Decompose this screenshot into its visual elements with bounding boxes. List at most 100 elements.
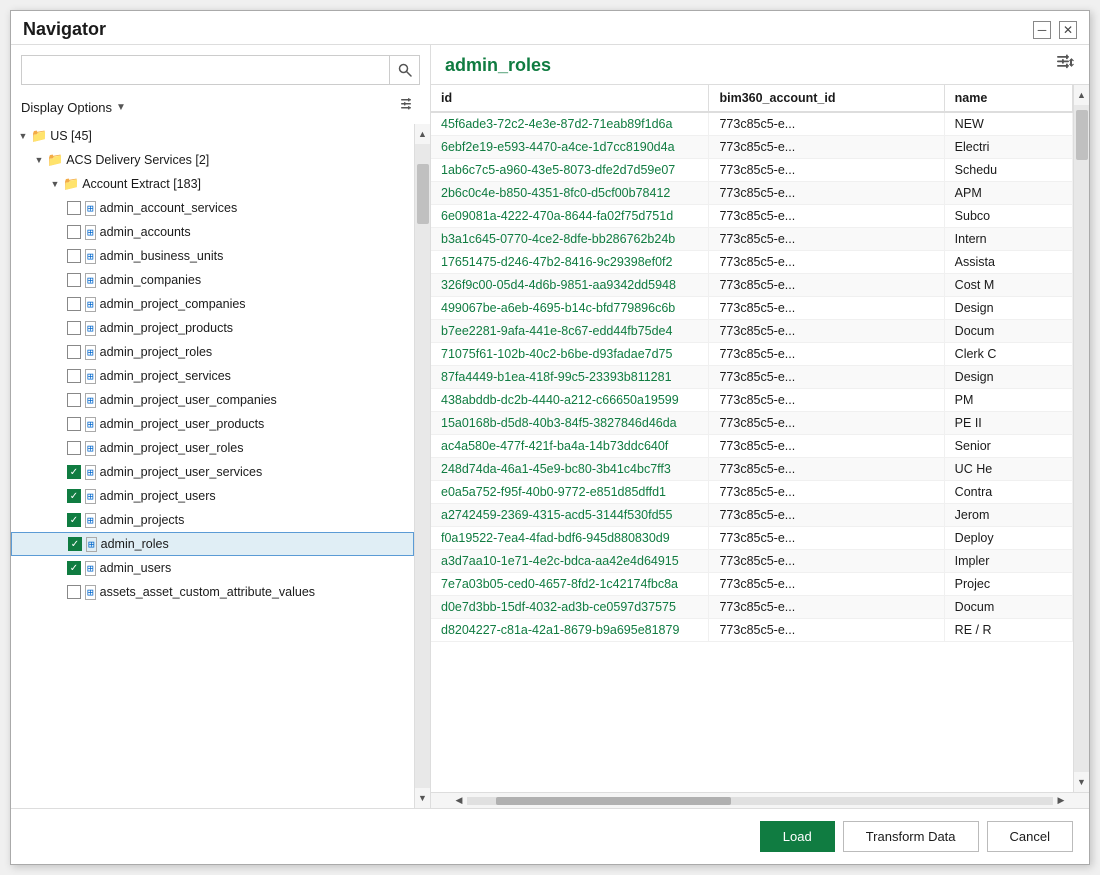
tree-node-acs[interactable]: ▼ 📁 ACS Delivery Services [2]: [11, 148, 414, 172]
table-row[interactable]: 1ab6c7c5-a960-43e5-8073-dfe2d7d59e07773c…: [431, 159, 1073, 182]
tree-item-admin-business-units[interactable]: ⊞admin_business_units: [11, 244, 414, 268]
tree-item-admin-project-user-products[interactable]: ⊞admin_project_user_products: [11, 412, 414, 436]
checkbox-admin_project_users[interactable]: ✓: [67, 489, 81, 503]
hscroll-left-arrow[interactable]: ◀: [451, 795, 467, 806]
table-icon: ⊞: [85, 369, 96, 384]
display-options-bar: Display Options ▼: [11, 91, 430, 124]
tree-item-admin-project-user-roles[interactable]: ⊞admin_project_user_roles: [11, 436, 414, 460]
table-row[interactable]: ac4a580e-477f-421f-ba4a-14b73ddc640f773c…: [431, 435, 1073, 458]
cell-bim360: 773c85c5-e...: [709, 458, 944, 481]
tree-node-us[interactable]: ▼ 📁 US [45]: [11, 124, 414, 148]
checkbox-admin_accounts[interactable]: [67, 225, 81, 239]
checkbox-admin_project_products[interactable]: [67, 321, 81, 335]
table-row[interactable]: 2b6c0c4e-b850-4351-8fc0-d5cf00b78412773c…: [431, 182, 1073, 205]
cell-bim360: 773c85c5-e...: [709, 297, 944, 320]
search-input[interactable]: [22, 58, 389, 83]
tree-item-admin-project-companies[interactable]: ⊞admin_project_companies: [11, 292, 414, 316]
table-row[interactable]: b3a1c645-0770-4ce2-8dfe-bb286762b24b773c…: [431, 228, 1073, 251]
load-button[interactable]: Load: [760, 821, 835, 852]
cell-id: a2742459-2369-4315-acd5-3144f530fd55: [431, 504, 709, 527]
cell-id: 17651475-d246-47b2-8416-9c29398ef0f2: [431, 251, 709, 274]
table-row[interactable]: a3d7aa10-1e71-4e2c-bdca-aa42e4d64915773c…: [431, 550, 1073, 573]
minimize-button[interactable]: ─: [1033, 21, 1051, 39]
checkbox-admin_project_companies[interactable]: [67, 297, 81, 311]
col-header-id: id: [431, 85, 709, 112]
tree-item-admin-users[interactable]: ✓⊞admin_users: [11, 556, 414, 580]
cell-bim360: 773c85c5-e...: [709, 573, 944, 596]
scroll-up-arrow[interactable]: ▲: [415, 124, 431, 144]
cell-name: Cost M: [944, 274, 1072, 297]
table-scroll-up[interactable]: ▲: [1074, 85, 1090, 105]
cell-id: 499067be-a6eb-4695-b14c-bfd779896c6b: [431, 297, 709, 320]
tree-node-account-extract[interactable]: ▼ 📁 Account Extract [183]: [11, 172, 414, 196]
scroll-down-arrow[interactable]: ▼: [415, 788, 431, 808]
tree-item-admin-project-users[interactable]: ✓⊞admin_project_users: [11, 484, 414, 508]
table-row[interactable]: 438abddb-dc2b-4440-a212-c66650a19599773c…: [431, 389, 1073, 412]
table-row[interactable]: e0a5a752-f95f-40b0-9772-e851d85dffd1773c…: [431, 481, 1073, 504]
cell-name: Jerom: [944, 504, 1072, 527]
close-button[interactable]: ✕: [1059, 21, 1077, 39]
tree-item-admin-account-services[interactable]: ⊞admin_account_services: [11, 196, 414, 220]
table-row[interactable]: 6e09081a-4222-470a-8644-fa02f75d751d773c…: [431, 205, 1073, 228]
hscroll-right-arrow[interactable]: ▶: [1053, 795, 1069, 806]
tree-item-admin-project-products[interactable]: ⊞admin_project_products: [11, 316, 414, 340]
cell-id: 6ebf2e19-e593-4470-a4ce-1d7cc8190d4a: [431, 136, 709, 159]
display-options-button[interactable]: Display Options ▼: [21, 100, 126, 115]
checkbox-admin_projects[interactable]: ✓: [67, 513, 81, 527]
cancel-button[interactable]: Cancel: [987, 821, 1073, 852]
table-row[interactable]: 71075f61-102b-40c2-b6be-d93fadae7d75773c…: [431, 343, 1073, 366]
checkbox-admin_companies[interactable]: [67, 273, 81, 287]
tree-item-admin-projects[interactable]: ✓⊞admin_projects: [11, 508, 414, 532]
tree-item-label: admin_projects: [100, 513, 185, 527]
checkbox-admin_project_user_roles[interactable]: [67, 441, 81, 455]
table-body: 45f6ade3-72c2-4e3e-87d2-71eab89f1d6a773c…: [431, 112, 1073, 642]
tree-item-admin-companies[interactable]: ⊞admin_companies: [11, 268, 414, 292]
checkbox-admin_project_user_products[interactable]: [67, 417, 81, 431]
tree-item-admin-project-services[interactable]: ⊞admin_project_services: [11, 364, 414, 388]
checkbox-assets_asset_custom_attribute_values[interactable]: [67, 585, 81, 599]
checkbox-admin_business_units[interactable]: [67, 249, 81, 263]
checkbox-admin_users[interactable]: ✓: [67, 561, 81, 575]
table-row[interactable]: 6ebf2e19-e593-4470-a4ce-1d7cc8190d4a773c…: [431, 136, 1073, 159]
search-button[interactable]: [389, 56, 419, 84]
table-row[interactable]: f0a19522-7ea4-4fad-bdf6-945d880830d9773c…: [431, 527, 1073, 550]
tree-item-admin-project-user-services[interactable]: ✓⊞admin_project_user_services: [11, 460, 414, 484]
table-row[interactable]: d0e7d3bb-15df-4032-ad3b-ce0597d37575773c…: [431, 596, 1073, 619]
cell-name: PM: [944, 389, 1072, 412]
tree-item-admin-project-user-companies[interactable]: ⊞admin_project_user_companies: [11, 388, 414, 412]
transform-data-button[interactable]: Transform Data: [843, 821, 979, 852]
table-icon: ⊞: [85, 489, 96, 504]
table-row[interactable]: 248d74da-46a1-45e9-bc80-3b41c4bc7ff3773c…: [431, 458, 1073, 481]
table-row[interactable]: 87fa4449-b1ea-418f-99c5-23393b811281773c…: [431, 366, 1073, 389]
table-row[interactable]: 15a0168b-d5d8-40b3-84f5-3827846d46da773c…: [431, 412, 1073, 435]
checkbox-admin_roles[interactable]: ✓: [68, 537, 82, 551]
tree-item-admin-project-roles[interactable]: ⊞admin_project_roles: [11, 340, 414, 364]
checkbox-admin_project_user_services[interactable]: ✓: [67, 465, 81, 479]
checkbox-admin_account_services[interactable]: [67, 201, 81, 215]
tree-item-admin-accounts[interactable]: ⊞admin_accounts: [11, 220, 414, 244]
table-row[interactable]: 326f9c00-05d4-4d6b-9851-aa9342dd5948773c…: [431, 274, 1073, 297]
cell-id: d0e7d3bb-15df-4032-ad3b-ce0597d37575: [431, 596, 709, 619]
tree-item-admin-roles[interactable]: ✓⊞admin_roles: [11, 532, 414, 556]
table-row[interactable]: b7ee2281-9afa-441e-8c67-edd44fb75de4773c…: [431, 320, 1073, 343]
table-row[interactable]: 17651475-d246-47b2-8416-9c29398ef0f2773c…: [431, 251, 1073, 274]
preview-header: admin_roles: [431, 45, 1089, 84]
cell-id: a3d7aa10-1e71-4e2c-bdca-aa42e4d64915: [431, 550, 709, 573]
table-row[interactable]: 7e7a03b05-ced0-4657-8fd2-1c42174fbc8a773…: [431, 573, 1073, 596]
checkbox-admin_project_user_companies[interactable]: [67, 393, 81, 407]
title-bar: Navigator ─ ✕: [11, 11, 1089, 44]
table-row[interactable]: d8204227-c81a-42a1-8679-b9a695e81879773c…: [431, 619, 1073, 642]
settings-icon-button[interactable]: [396, 95, 420, 120]
cell-name: UC He: [944, 458, 1072, 481]
table-row[interactable]: 45f6ade3-72c2-4e3e-87d2-71eab89f1d6a773c…: [431, 112, 1073, 136]
table-row[interactable]: 499067be-a6eb-4695-b14c-bfd779896c6b773c…: [431, 297, 1073, 320]
checkbox-admin_project_services[interactable]: [67, 369, 81, 383]
tree-item-label: admin_project_user_products: [100, 417, 265, 431]
table-scroll-down[interactable]: ▼: [1074, 772, 1090, 792]
checkbox-admin_project_roles[interactable]: [67, 345, 81, 359]
table-row[interactable]: a2742459-2369-4315-acd5-3144f530fd55773c…: [431, 504, 1073, 527]
table-icon: ⊞: [85, 273, 96, 288]
footer: Load Transform Data Cancel: [11, 808, 1089, 864]
preview-settings-button[interactable]: [1055, 53, 1075, 78]
tree-item-assets-asset-custom-attribute-values[interactable]: ⊞assets_asset_custom_attribute_values: [11, 580, 414, 604]
